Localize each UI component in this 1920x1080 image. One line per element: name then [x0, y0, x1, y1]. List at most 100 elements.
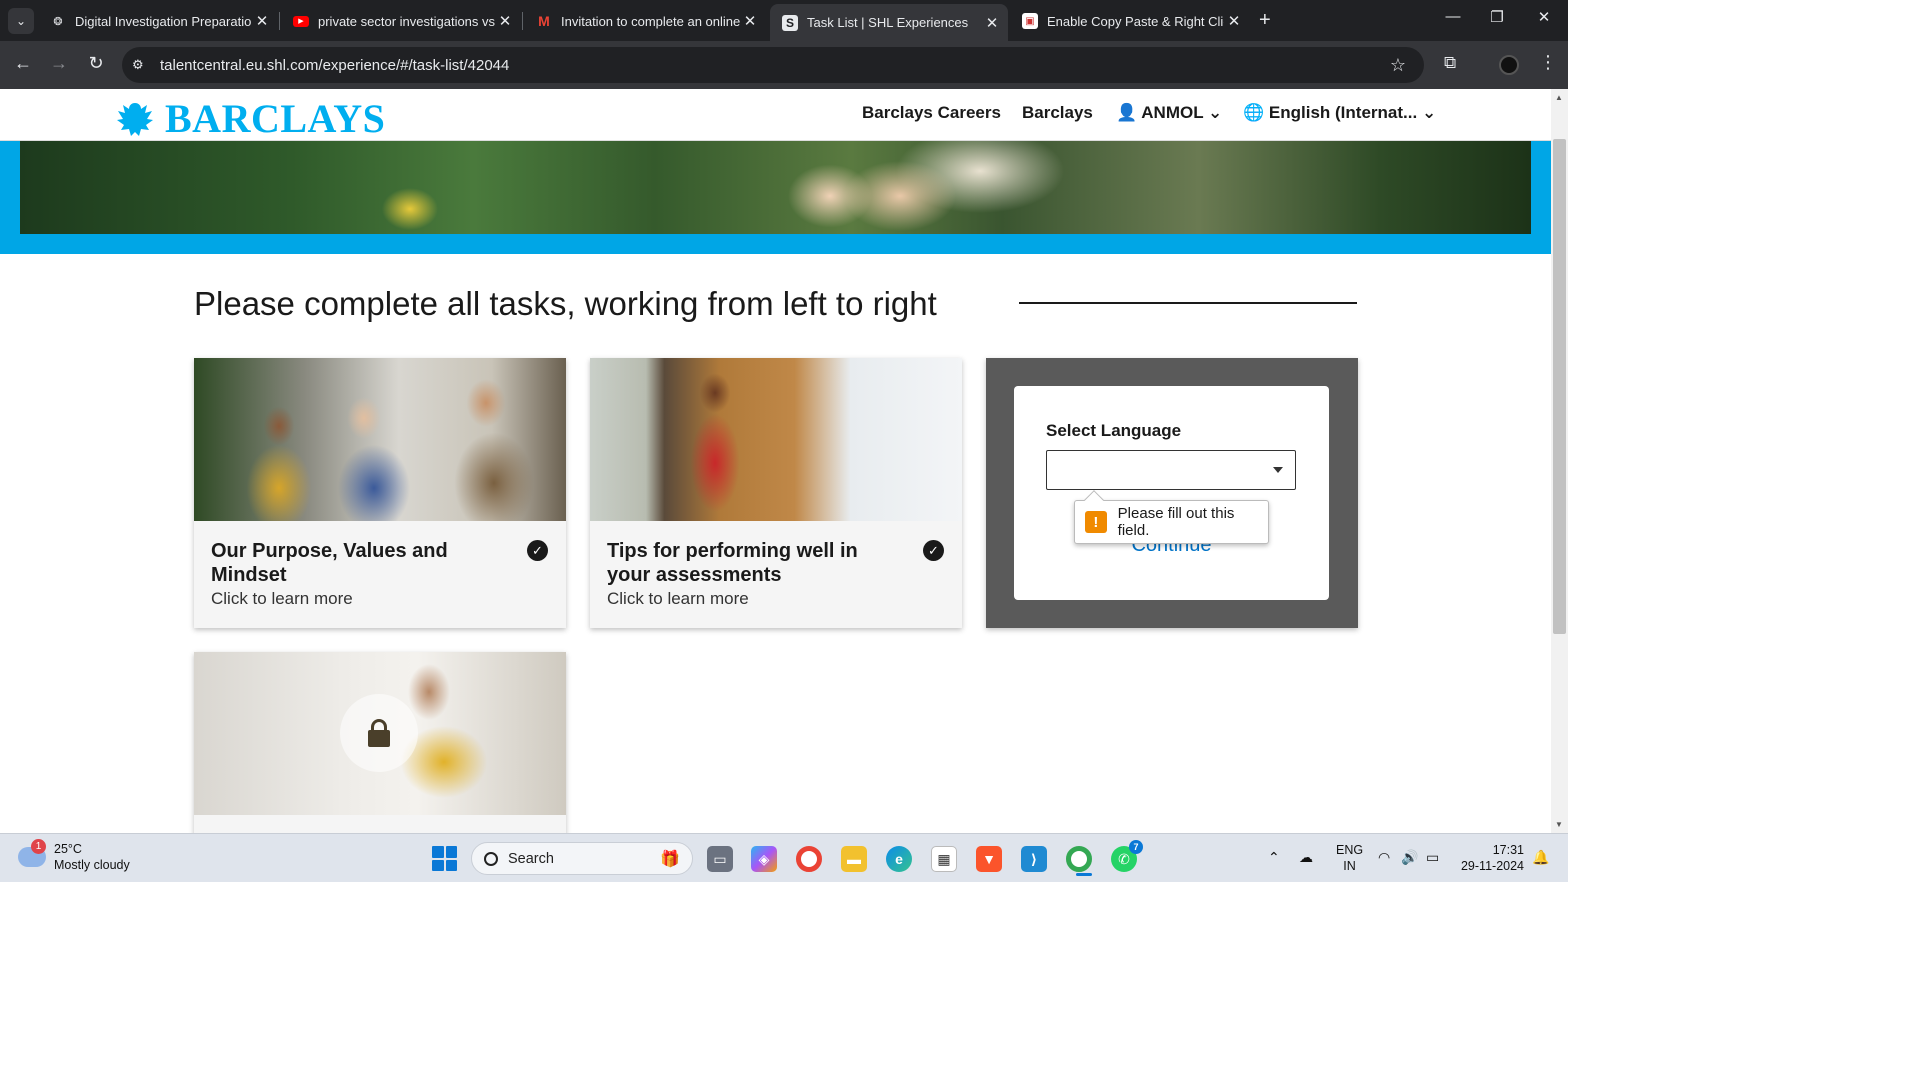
- language-select[interactable]: [1046, 450, 1296, 490]
- card-subtitle: Click to learn more: [211, 589, 353, 608]
- site-info-icon[interactable]: ⚙: [132, 57, 150, 73]
- chevron-down-icon: ⌄: [1208, 103, 1223, 122]
- input-language-indicator[interactable]: ENG IN: [1336, 842, 1363, 874]
- card-image: [194, 358, 566, 521]
- copilot-icon[interactable]: ◈: [751, 846, 777, 872]
- microsoft-store-icon[interactable]: ▦: [931, 846, 957, 872]
- openai-icon: ❂: [53, 15, 63, 28]
- weather-description: Mostly cloudy: [54, 858, 130, 872]
- address-bar[interactable]: ⚙ talentcentral.eu.shl.com/experience/#/…: [122, 47, 1424, 83]
- close-icon[interactable]: ✕: [495, 12, 515, 30]
- clock-date: 29-11-2024: [1460, 859, 1524, 873]
- scrollbar-thumb[interactable]: [1553, 139, 1566, 634]
- taskbar-search[interactable]: Search 🎁: [471, 842, 693, 875]
- bookmark-star-icon[interactable]: ☆: [1390, 55, 1406, 76]
- tab-invitation[interactable]: M Invitation to complete an online ✕: [524, 6, 766, 36]
- close-icon[interactable]: ✕: [252, 12, 272, 30]
- whatsapp-badge: 7: [1129, 840, 1143, 854]
- wifi-icon[interactable]: ◠: [1378, 849, 1390, 866]
- nav-barclays[interactable]: Barclays: [1022, 103, 1093, 123]
- back-button[interactable]: ←: [11, 53, 35, 74]
- volume-icon[interactable]: 🔊: [1401, 849, 1418, 866]
- notification-bell-icon[interactable]: 🔔: [1532, 849, 1549, 866]
- task-card-tips[interactable]: Tips for performing well in your assessm…: [590, 358, 962, 628]
- profile-avatar[interactable]: [1499, 55, 1519, 75]
- tab-title: private sector investigations vs: [318, 13, 495, 29]
- tab-divider: [522, 12, 523, 30]
- language-modal: Select Language Continue: [1014, 386, 1329, 600]
- file-explorer-icon[interactable]: ▬: [841, 846, 867, 872]
- gmail-icon: M: [538, 13, 550, 29]
- minimize-button[interactable]: —: [1438, 8, 1468, 25]
- tab-title: Task List | SHL Experiences: [807, 15, 969, 30]
- whatsapp-icon[interactable]: ✆ 7: [1111, 840, 1143, 872]
- card-title: Our Purpose, Values and Mindset: [211, 540, 448, 586]
- extensions-icon[interactable]: ⧉: [1444, 53, 1456, 73]
- weather-temperature: 25°C: [54, 842, 82, 856]
- tab-title: Digital Investigation Preparation: [75, 13, 252, 29]
- search-icon: [484, 851, 498, 866]
- card-image: [590, 358, 962, 521]
- nav-language-menu[interactable]: 🌐 English (Internat... ⌄: [1243, 103, 1436, 123]
- language-code: ENG: [1336, 843, 1364, 857]
- url-text[interactable]: talentcentral.eu.shl.com/experience/#/ta…: [160, 57, 509, 74]
- cloud-icon: 1: [18, 839, 46, 867]
- close-icon[interactable]: ✕: [1224, 12, 1244, 30]
- nav-barclays-careers[interactable]: Barclays Careers: [862, 103, 1001, 123]
- select-language-label: Select Language: [1046, 421, 1182, 440]
- battery-icon[interactable]: ▭: [1426, 849, 1439, 866]
- search-placeholder: Search: [508, 850, 554, 867]
- checkmark-icon: ✓: [527, 540, 548, 561]
- extension-icon: ▣: [1022, 13, 1038, 29]
- tab-search-button[interactable]: ⌄: [8, 8, 34, 34]
- task-card-purpose-values[interactable]: Our Purpose, Values and Mindset ✓ Click …: [194, 358, 566, 628]
- menu-kebab-icon[interactable]: ⋮: [1539, 52, 1557, 73]
- hero-banner: [0, 141, 1551, 254]
- edge-icon[interactable]: e: [886, 846, 912, 872]
- card-title: Tips for performing well in your assessm…: [607, 540, 858, 586]
- vscode-icon[interactable]: ⟩: [1021, 846, 1047, 872]
- forward-button[interactable]: →: [47, 53, 71, 74]
- chrome-active-icon[interactable]: [1066, 846, 1092, 876]
- scroll-up-arrow-icon[interactable]: ▲: [1555, 93, 1563, 102]
- lock-icon: [340, 694, 418, 772]
- region-code: IN: [1343, 859, 1356, 873]
- dropdown-caret-icon: [1273, 467, 1283, 473]
- scroll-down-arrow-icon[interactable]: ▼: [1555, 820, 1563, 829]
- close-icon[interactable]: ✕: [740, 12, 760, 30]
- system-clock[interactable]: 17:31 29-11-2024: [1458, 842, 1524, 874]
- show-hidden-icons-chevron[interactable]: ⌃: [1268, 849, 1280, 866]
- reload-button[interactable]: ↻: [84, 53, 108, 74]
- close-icon[interactable]: ✕: [982, 14, 1002, 32]
- shl-icon: S: [782, 14, 798, 31]
- warning-icon: !: [1085, 511, 1107, 533]
- chrome-icon[interactable]: [796, 846, 822, 872]
- task-card-locked: [194, 652, 566, 833]
- task-view-icon[interactable]: ▭: [707, 846, 733, 872]
- card-subtitle: Click to learn more: [607, 589, 749, 608]
- tab-private-sector[interactable]: ▶ private sector investigations vs ✕: [281, 6, 521, 36]
- nav-user-menu[interactable]: 👤 ANMOL ⌄: [1116, 103, 1222, 123]
- onedrive-icon[interactable]: ☁: [1299, 849, 1313, 866]
- restore-button[interactable]: ❐: [1482, 8, 1512, 26]
- barclays-logo[interactable]: BARCLAYS: [115, 95, 385, 142]
- heading-divider: [1019, 302, 1357, 304]
- validation-tooltip: ! Please fill out this field.: [1074, 490, 1269, 544]
- tab-enable-copy-paste[interactable]: ▣ Enable Copy Paste & Right Click ✕: [1010, 6, 1250, 36]
- chevron-down-icon: ⌄: [1421, 103, 1437, 122]
- windows-start-icon[interactable]: [432, 846, 457, 871]
- new-tab-button[interactable]: +: [1259, 9, 1271, 32]
- notification-badge: 1: [31, 839, 46, 854]
- logo-wordmark: BARCLAYS: [165, 96, 386, 141]
- user-name: ANMOL: [1141, 103, 1204, 122]
- clock-time: 17:31: [1492, 843, 1524, 857]
- page-scrollbar[interactable]: ▲ ▼: [1551, 89, 1568, 833]
- web-page: BARCLAYS Barclays Careers Barclays 👤 ANM…: [0, 89, 1551, 833]
- hero-image: [20, 141, 1531, 234]
- tab-task-list[interactable]: S Task List | SHL Experiences ✕: [770, 4, 1008, 41]
- weather-widget[interactable]: 1 25°C Mostly cloudy: [18, 839, 130, 873]
- close-window-button[interactable]: ✕: [1529, 8, 1559, 26]
- tab-digital-investigation[interactable]: ❂ Digital Investigation Preparation ✕: [38, 6, 278, 36]
- tab-title: Enable Copy Paste & Right Click: [1047, 13, 1224, 29]
- brave-icon[interactable]: ▼: [976, 846, 1002, 872]
